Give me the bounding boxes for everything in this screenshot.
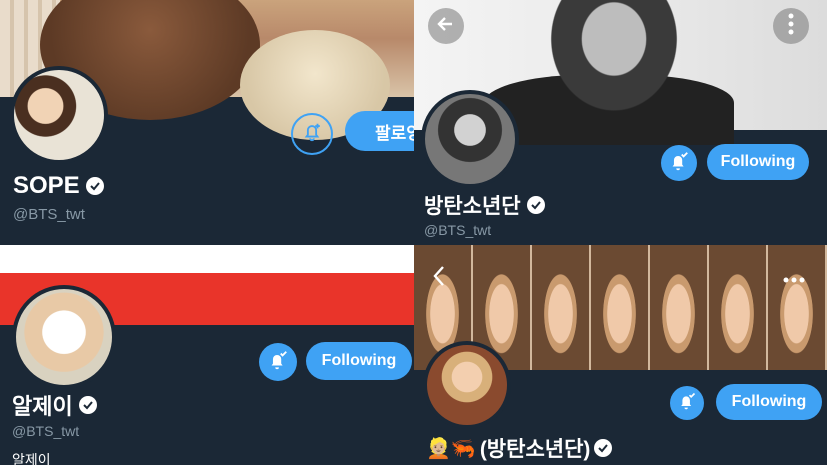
following-button[interactable]: 팔로잉: [345, 111, 414, 151]
back-arrow-icon: [436, 14, 456, 38]
notification-bell-button[interactable]: [661, 145, 697, 181]
avatar[interactable]: [421, 90, 519, 188]
profile-panel-rj: Following 알제이 @BTS_twt 알제이: [0, 245, 414, 465]
more-options-button[interactable]: [782, 269, 806, 288]
back-button[interactable]: [432, 265, 446, 291]
verified-badge-icon: [594, 439, 613, 457]
avatar[interactable]: [10, 66, 108, 164]
bell-plus-icon: [301, 121, 323, 147]
more-horizontal-icon: [782, 269, 806, 288]
back-arrow-icon: [432, 266, 446, 291]
emoji-prefix: 👱🏼🦐: [426, 437, 476, 460]
verified-badge-icon: [526, 196, 545, 214]
bell-check-icon: [677, 391, 697, 415]
profile-name: 알제이: [12, 389, 97, 421]
notification-bell-button[interactable]: [670, 386, 704, 420]
profile-name: 👱🏼🦐 (방탄소년단): [426, 433, 613, 463]
more-vertical-icon: [787, 13, 795, 39]
bell-check-icon: [668, 150, 690, 176]
display-name: 알제이: [12, 394, 73, 419]
display-name: (방탄소년단): [479, 438, 591, 461]
profile-panel-bts: Following 방탄소년단 @BTS_twt: [414, 0, 827, 245]
back-button[interactable]: [428, 8, 464, 44]
notification-bell-button[interactable]: [259, 343, 297, 381]
profile-name: 방탄소년단: [424, 190, 545, 220]
more-options-button[interactable]: [773, 8, 809, 44]
following-button[interactable]: Following: [306, 342, 412, 380]
display-name: 방탄소년단: [424, 195, 521, 218]
following-button[interactable]: Following: [716, 384, 822, 420]
verified-badge-icon: [85, 177, 104, 195]
profile-name: SOPE: [13, 172, 104, 200]
display-name: SOPE: [13, 172, 80, 199]
following-button[interactable]: Following: [707, 144, 809, 180]
notification-bell-button[interactable]: [291, 113, 333, 155]
profile-bio: 알제이: [12, 452, 51, 465]
verified-badge-icon: [78, 396, 97, 414]
profile-panel-sope: 팔로잉 SOPE @BTS_twt: [0, 0, 414, 245]
profile-handle: @BTS_twt: [13, 206, 85, 223]
profile-panel-jin: Following 👱🏼🦐 (방탄소년단): [414, 245, 827, 465]
profile-handle: @BTS_twt: [12, 423, 80, 439]
avatar[interactable]: [12, 285, 116, 389]
profile-handle: @BTS_twt: [424, 222, 492, 238]
avatar[interactable]: [423, 341, 511, 429]
bell-check-icon: [267, 349, 289, 375]
